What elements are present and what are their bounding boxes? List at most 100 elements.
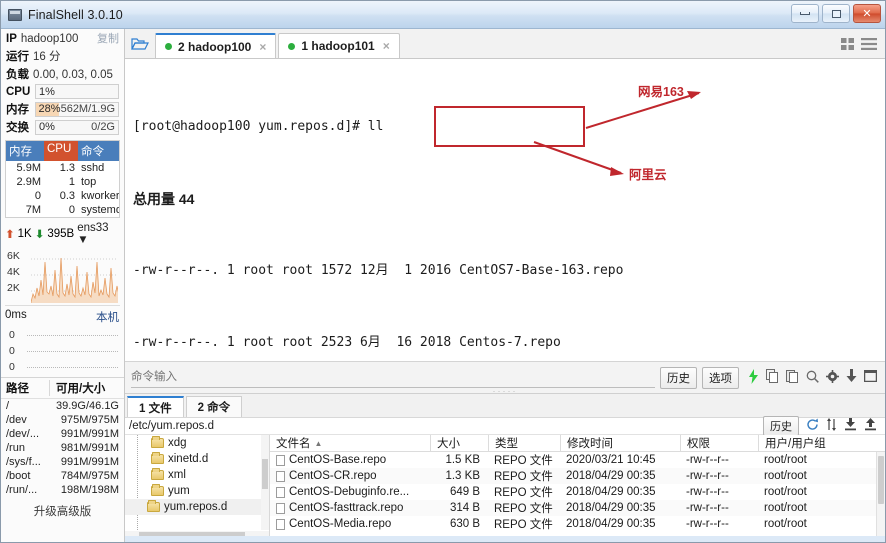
gear-icon[interactable] xyxy=(826,369,839,386)
disk-col-usage[interactable]: 可用/大小 xyxy=(49,380,124,396)
paste-icon[interactable] xyxy=(786,369,799,386)
network-interface-select[interactable]: ens33 ▼ xyxy=(77,222,119,246)
col-mtime[interactable]: 修改时间 xyxy=(560,435,680,451)
terminal-output[interactable]: [root@hadoop100 yum.repos.d]# ll 总用量 44 … xyxy=(125,59,885,361)
sort-icon[interactable] xyxy=(826,418,837,434)
upgrade-link[interactable]: 升级高级版 xyxy=(1,497,124,519)
window-controls: ✕ xyxy=(791,4,881,23)
memory-meter-percent: 28% xyxy=(38,103,61,115)
tree-item-xinetd[interactable]: xinetd.d xyxy=(125,451,269,467)
tab-hadoop101[interactable]: 1 hadoop101 × xyxy=(278,33,400,58)
file-mtime: 2020/03/21 10:45 xyxy=(566,454,656,466)
table-row[interactable]: 7M 0 systemd xyxy=(6,203,119,217)
process-col-command[interactable]: 命令 xyxy=(78,141,119,161)
uptime-value: 16 分 xyxy=(33,51,61,63)
disk-col-path[interactable]: 路径 xyxy=(1,380,49,396)
folder-icon xyxy=(151,484,164,496)
file-row[interactable]: CentOS-Debuginfo.re... 649 B REPO 文件 201… xyxy=(270,484,885,500)
file-owner: root/root xyxy=(764,454,807,466)
tree-item-label: xinetd.d xyxy=(168,453,209,465)
file-list-scrollbar[interactable] xyxy=(876,452,885,542)
ping-header: 0ms 本机 xyxy=(1,306,124,325)
table-row[interactable]: 2.9M 1 top xyxy=(6,175,119,189)
tab-label: 1 hadoop101 xyxy=(301,39,375,53)
process-command: top xyxy=(81,176,97,188)
file-type: REPO 文件 xyxy=(494,487,553,499)
cpu-meter-label: CPU xyxy=(6,85,31,98)
search-icon[interactable] xyxy=(806,370,819,386)
download-arrow-icon: ⬇ xyxy=(34,229,45,241)
process-table-header: 内存 CPU 命令 xyxy=(6,141,119,161)
window-icon[interactable] xyxy=(863,369,878,385)
disk-usage: 991M/991M xyxy=(60,456,119,468)
disk-path: /run/... xyxy=(6,484,38,496)
folder-icon xyxy=(151,468,164,480)
file-row[interactable]: CentOS-fasttrack.repo 314 B REPO 文件 2018… xyxy=(270,500,885,516)
file-row[interactable]: CentOS-CR.repo 1.3 KB REPO 文件 2018/04/29… xyxy=(270,468,885,484)
process-col-memory[interactable]: 内存 xyxy=(6,141,44,161)
process-col-cpu[interactable]: CPU xyxy=(44,141,78,161)
download-icon[interactable] xyxy=(846,369,857,386)
disk-path: /dev/... xyxy=(6,428,40,440)
tab-files[interactable]: 1 文件 xyxy=(127,396,184,417)
upload-icon[interactable] xyxy=(864,418,877,434)
table-row[interactable]: 5.9M 1.3 sshd xyxy=(6,161,119,175)
grid-view-icon[interactable] xyxy=(841,37,855,54)
directory-tree[interactable]: xdg xinetd.d xml yum yum.repos.d xyxy=(125,435,270,542)
network-graph-svg xyxy=(31,257,118,303)
current-path[interactable]: /etc/yum.repos.d xyxy=(129,420,214,432)
close-icon[interactable]: × xyxy=(383,39,390,53)
list-view-icon[interactable] xyxy=(861,37,877,54)
cpu-meter-percent: 1% xyxy=(39,85,55,98)
process-memory: 0 xyxy=(34,190,41,202)
command-options-button[interactable]: 选项 xyxy=(702,366,739,389)
disk-usage: 981M/991M xyxy=(60,442,119,454)
close-icon[interactable]: × xyxy=(259,40,266,54)
path-bar: /etc/yum.repos.d 历史 xyxy=(125,416,885,436)
cpu-meter-row: CPU 1% xyxy=(1,83,124,100)
file-row[interactable]: CentOS-Media.repo 630 B REPO 文件 2018/04/… xyxy=(270,516,885,532)
file-mtime: 2018/04/29 00:35 xyxy=(566,486,656,498)
file-list: 文件名 ▲ 大小 类型 修改时间 权限 用户/用户组 CentOS-Base.re… xyxy=(270,435,885,542)
tree-vertical-scrollbar[interactable] xyxy=(261,435,269,530)
file-browser-panel: 1 文件 2 命令 /etc/yum.repos.d 历史 xdg xinetd… xyxy=(125,393,885,542)
copy-icon[interactable] xyxy=(766,369,779,386)
col-permissions[interactable]: 权限 xyxy=(680,435,758,451)
command-history-button[interactable]: 历史 xyxy=(660,366,697,389)
process-command: sshd xyxy=(81,162,105,174)
ping-host-label[interactable]: 本机 xyxy=(96,309,119,325)
close-button[interactable]: ✕ xyxy=(853,4,881,23)
path-history-button[interactable]: 历史 xyxy=(763,416,799,436)
ping-unit-label: 0ms xyxy=(5,309,27,321)
disk-table-header: 路径 可用/大小 xyxy=(1,377,124,399)
status-dot-icon xyxy=(165,43,172,50)
disk-usage: 198M/198M xyxy=(60,484,119,496)
lightning-icon[interactable] xyxy=(748,368,759,387)
tree-item-label: yum xyxy=(168,485,190,497)
col-type[interactable]: 类型 xyxy=(488,435,560,451)
file-size: 630 B xyxy=(449,518,480,530)
uptime-row: 运行 16 分 xyxy=(1,47,124,65)
command-input[interactable] xyxy=(131,367,655,388)
tab-commands[interactable]: 2 命令 xyxy=(185,396,243,417)
table-row[interactable]: 0 0.3 kworker/0 xyxy=(6,189,119,203)
tree-item-xdg[interactable]: xdg xyxy=(125,435,269,451)
tree-item-yum-repos-d[interactable]: yum.repos.d xyxy=(125,499,269,515)
tree-item-yum[interactable]: yum xyxy=(125,483,269,499)
download-icon[interactable] xyxy=(844,418,857,434)
status-dot-icon xyxy=(288,42,296,50)
copy-button[interactable]: 复制 xyxy=(97,30,119,46)
swap-meter-row: 交换 0% 0/2G xyxy=(1,118,124,136)
ip-value: hadoop100 xyxy=(20,33,79,45)
col-filename[interactable]: 文件名 ▲ xyxy=(270,435,430,451)
disk-path: /dev xyxy=(6,414,27,426)
refresh-icon[interactable] xyxy=(806,418,819,434)
col-size[interactable]: 大小 xyxy=(430,435,488,451)
tree-item-xml[interactable]: xml xyxy=(125,467,269,483)
open-folder-icon[interactable] xyxy=(125,30,155,58)
tab-hadoop100[interactable]: 2 hadoop100 × xyxy=(155,33,277,58)
minimize-button[interactable] xyxy=(791,4,819,23)
file-row[interactable]: CentOS-Base.repo 1.5 KB REPO 文件 2020/03/… xyxy=(270,452,885,468)
col-owner[interactable]: 用户/用户组 xyxy=(758,435,885,451)
maximize-button[interactable] xyxy=(822,4,850,23)
